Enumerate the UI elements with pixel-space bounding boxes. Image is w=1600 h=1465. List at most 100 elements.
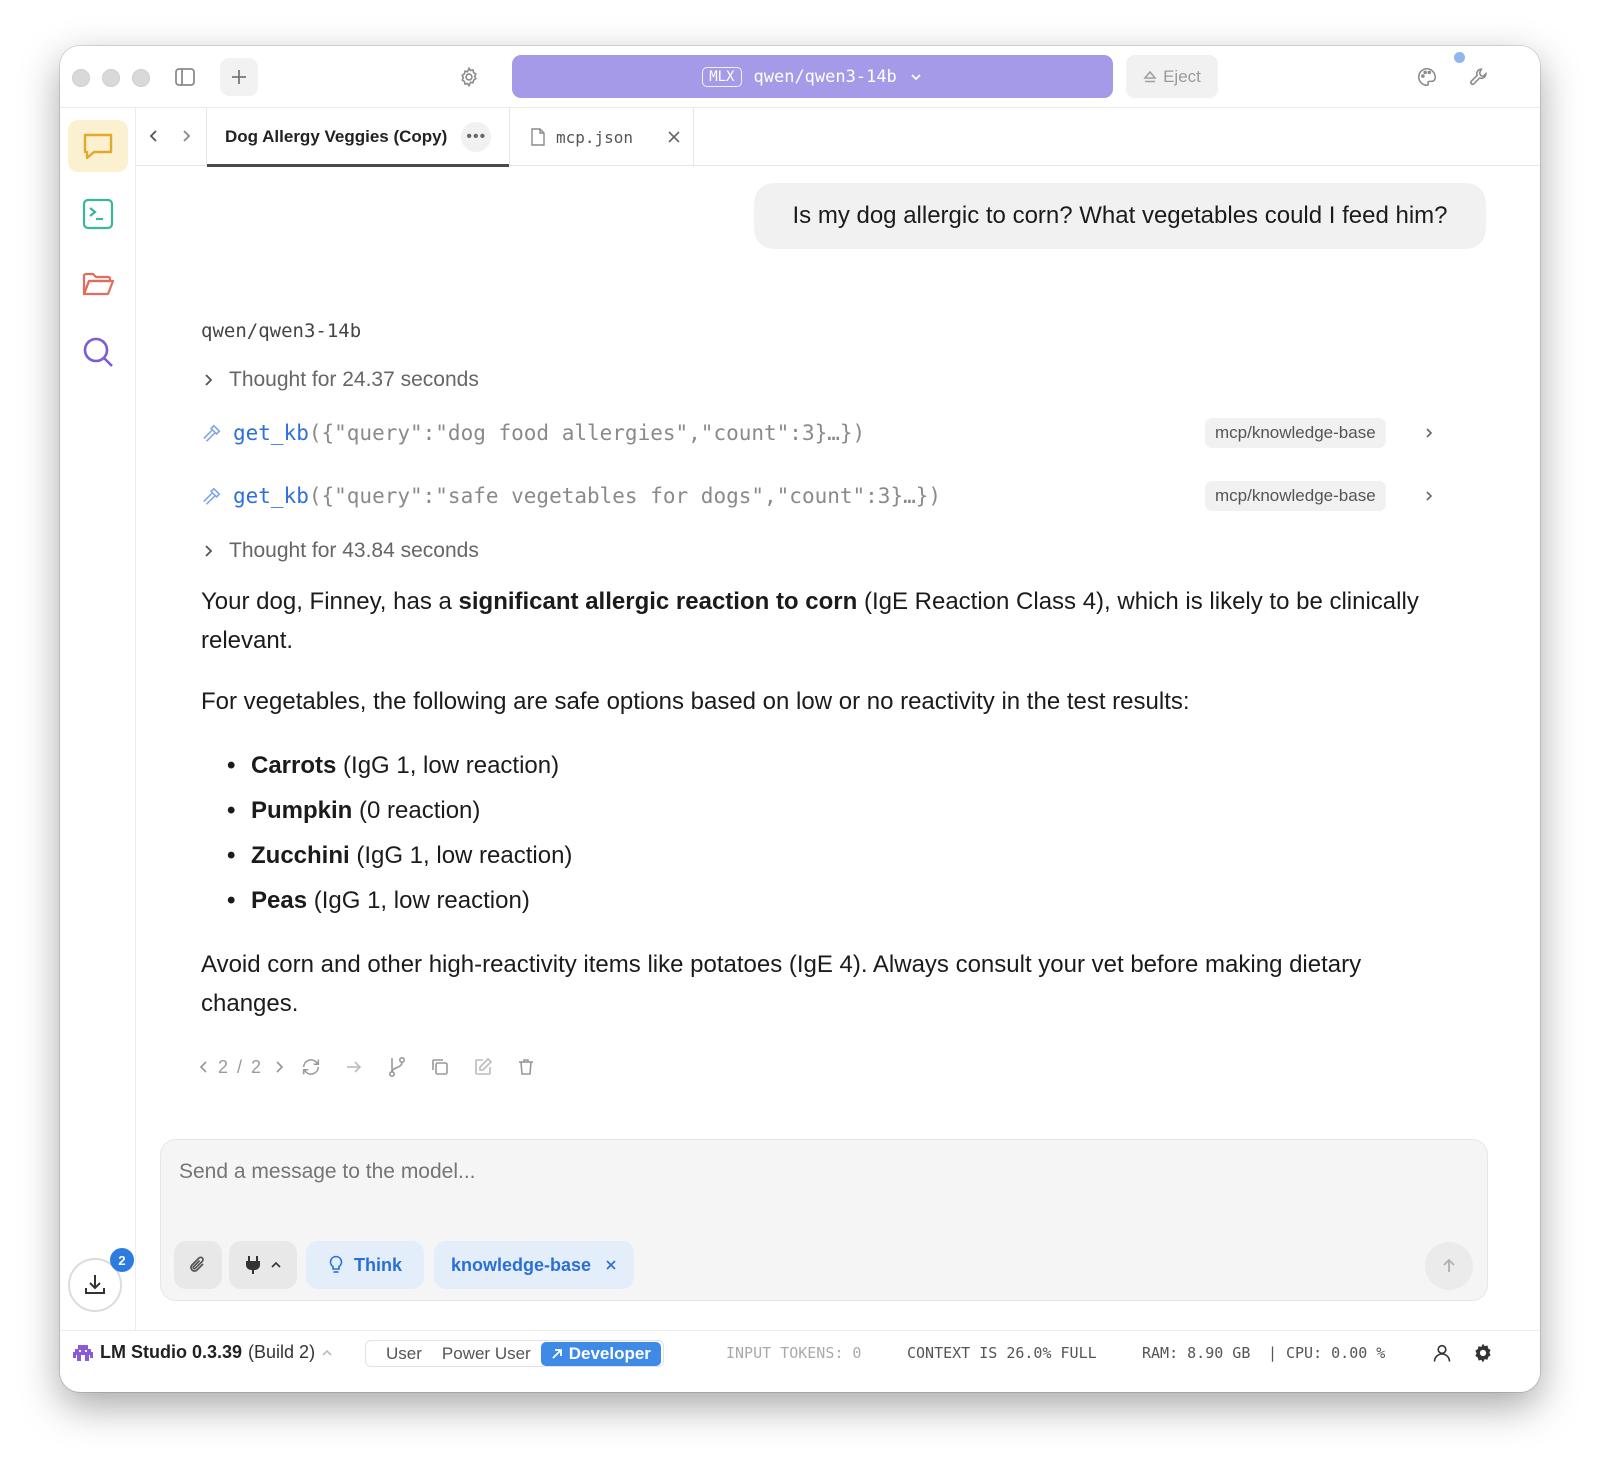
app-window: MLX qwen/qwen3-14b Eject Dog Allergy Veg… xyxy=(60,46,1540,1392)
minimize-window-button[interactable] xyxy=(102,69,120,87)
settings-button[interactable] xyxy=(456,64,482,90)
folder-icon xyxy=(82,272,115,296)
list-item: Pumpkin (0 reaction) xyxy=(227,788,1451,833)
answer-paragraph-2: For vegetables, the following are safe o… xyxy=(201,688,1190,715)
thought-toggle-1[interactable]: Thought for 24.37 seconds xyxy=(201,365,479,395)
zoom-window-button[interactable] xyxy=(132,69,150,87)
regenerate-button[interactable] xyxy=(289,1052,332,1082)
lm-studio-logo-icon xyxy=(73,1344,93,1361)
assistant-answer: Your dog, Finney, has a significant alle… xyxy=(201,582,1451,1045)
next-version-button[interactable] xyxy=(269,1052,289,1082)
message-input[interactable] xyxy=(179,1160,1279,1184)
close-window-button[interactable] xyxy=(72,69,90,87)
send-button[interactable] xyxy=(1425,1242,1473,1290)
message-actions: 2 / 2 xyxy=(196,1052,547,1082)
close-icon[interactable] xyxy=(605,1259,617,1271)
ram-stat: RAM: 8.90 GB xyxy=(1142,1343,1251,1362)
message-composer: Think knowledge-base xyxy=(160,1139,1488,1301)
title-bar: MLX qwen/qwen3-14b Eject xyxy=(60,46,1540,108)
mode-switch: User Power User Developer xyxy=(365,1340,664,1367)
stat-divider: | xyxy=(1268,1343,1278,1362)
tab-dog-allergy-veggies[interactable]: Dog Allergy Veggies (Copy) ••• xyxy=(206,108,510,167)
arrow-right-icon xyxy=(346,1061,361,1073)
context-usage-stat: CONTEXT IS 26.0% FULL xyxy=(907,1343,1097,1362)
tool-call-text: get_kb({"query":"safe vegetables for dog… xyxy=(233,484,942,508)
input-tokens-stat: INPUT TOKENS: 0 xyxy=(726,1343,862,1362)
user-message: Is my dog allergic to corn? What vegetab… xyxy=(754,183,1486,249)
paperclip-icon xyxy=(190,1256,204,1272)
arrow-up-right-icon xyxy=(552,1348,562,1359)
trash-icon xyxy=(518,1059,533,1075)
downloads-count-badge: 2 xyxy=(110,1248,134,1272)
downloads-button[interactable]: 2 xyxy=(68,1248,134,1312)
rail-item-models[interactable] xyxy=(68,258,128,310)
lightbulb-icon xyxy=(329,1255,343,1273)
app-settings-button[interactable] xyxy=(1470,1340,1496,1366)
theme-button[interactable] xyxy=(1414,64,1440,90)
list-item: Zucchini (IgG 1, low reaction) xyxy=(227,833,1451,878)
chevron-left-icon xyxy=(149,130,157,142)
new-tab-button[interactable] xyxy=(220,58,258,96)
eject-label: Eject xyxy=(1163,66,1201,86)
rail-item-chat[interactable] xyxy=(68,120,128,172)
user-icon xyxy=(1433,1344,1451,1362)
terminal-icon xyxy=(82,198,114,230)
toggle-sidebar-button[interactable] xyxy=(172,64,198,90)
chevron-right-icon xyxy=(276,1061,284,1073)
back-button[interactable] xyxy=(140,122,168,150)
chevron-right-icon xyxy=(205,374,213,386)
git-branch-icon xyxy=(388,1056,405,1078)
think-toggle[interactable]: Think xyxy=(306,1241,424,1289)
integrations-button[interactable] xyxy=(229,1241,297,1289)
copy-button[interactable] xyxy=(418,1052,461,1082)
previous-version-button[interactable] xyxy=(196,1052,212,1082)
continue-button[interactable] xyxy=(332,1052,375,1082)
palette-icon xyxy=(1418,67,1437,87)
hammer-icon xyxy=(203,487,221,505)
thought-toggle-2[interactable]: Thought for 43.84 seconds xyxy=(201,536,479,566)
close-icon[interactable] xyxy=(667,130,681,144)
model-selector[interactable]: MLX qwen/qwen3-14b xyxy=(512,55,1113,98)
chevron-up-icon xyxy=(271,1261,281,1268)
search-icon xyxy=(83,337,113,367)
chevron-right-icon xyxy=(205,545,213,557)
refresh-icon xyxy=(302,1059,319,1075)
attach-file-button[interactable] xyxy=(174,1241,222,1289)
edit-button[interactable] xyxy=(461,1052,504,1082)
status-bar: LM Studio 0.3.39 (Build 2) User Power Us… xyxy=(60,1330,1540,1374)
chevron-right-icon xyxy=(1426,428,1433,438)
chevron-left-icon xyxy=(199,1061,207,1073)
mode-power-user[interactable]: Power User xyxy=(432,1344,541,1364)
rail-item-discover[interactable] xyxy=(68,326,128,378)
gear-icon xyxy=(1475,1343,1491,1363)
app-name-label: LM Studio 0.3.39 xyxy=(100,1342,243,1362)
forward-button[interactable] xyxy=(172,122,200,150)
chevron-down-icon xyxy=(911,73,921,80)
think-label: Think xyxy=(354,1254,402,1275)
tab-mcp-json[interactable]: mcp.json xyxy=(510,108,694,166)
left-nav-rail xyxy=(60,108,136,1336)
vegetable-list: Carrots (IgG 1, low reaction) Pumpkin (0… xyxy=(227,743,1451,923)
mode-developer[interactable]: Developer xyxy=(540,1341,661,1366)
rail-item-developer[interactable] xyxy=(68,188,128,240)
hammer-icon xyxy=(203,424,221,442)
tab-more-button[interactable]: ••• xyxy=(461,122,492,152)
delete-button[interactable] xyxy=(504,1052,547,1082)
plus-icon xyxy=(232,70,246,84)
eject-button[interactable]: Eject xyxy=(1126,55,1218,98)
tool-call-2[interactable]: get_kb({"query":"safe vegetables for dog… xyxy=(201,478,1451,514)
copy-icon xyxy=(431,1059,448,1075)
tab-title: mcp.json xyxy=(556,127,634,147)
knowledge-base-chip[interactable]: knowledge-base xyxy=(434,1241,634,1289)
tool-call-1[interactable]: get_kb({"query":"dog food allergies","co… xyxy=(201,415,1451,451)
user-profile-button[interactable] xyxy=(1430,1341,1454,1365)
app-version[interactable]: LM Studio 0.3.39 (Build 2) xyxy=(72,1342,333,1363)
mode-user[interactable]: User xyxy=(376,1344,432,1364)
list-item: Peas (IgG 1, low reaction) xyxy=(227,878,1451,923)
branch-button[interactable] xyxy=(375,1052,418,1082)
wrench-icon xyxy=(1470,68,1487,85)
chevron-right-icon xyxy=(1426,491,1433,501)
notification-dot xyxy=(1454,52,1465,63)
developer-tools-button[interactable] xyxy=(1466,64,1492,90)
mlx-badge: MLX xyxy=(702,66,742,87)
